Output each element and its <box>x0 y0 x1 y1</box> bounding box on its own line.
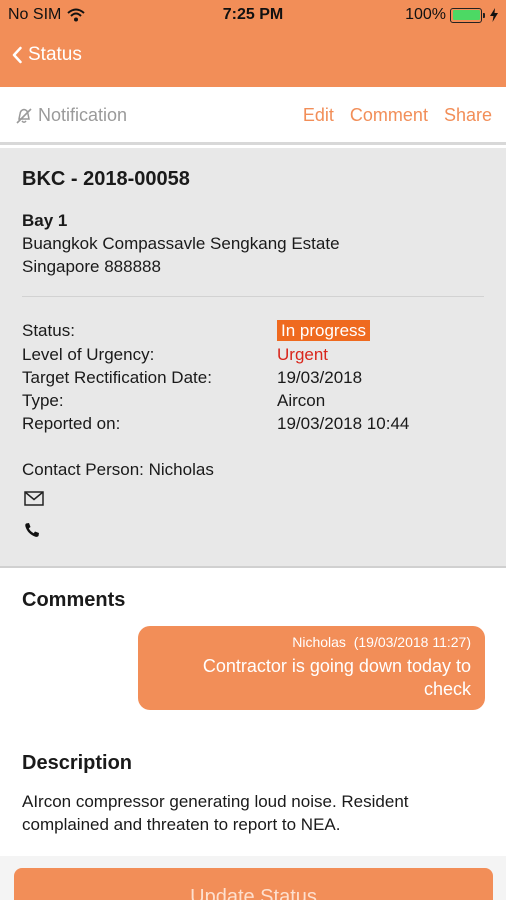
battery-group: 100% <box>405 6 498 24</box>
charging-icon <box>490 8 498 22</box>
report-reference: BKC - 2018-00058 <box>22 168 190 190</box>
comment-timestamp: (19/03/2018 11:27) <box>353 634 471 650</box>
type-value: Aircon <box>277 391 326 410</box>
target-date-value: 19/03/2018 <box>277 368 363 387</box>
battery-icon <box>450 7 485 23</box>
description-text: AIrcon compressor generating loud noise.… <box>22 792 409 834</box>
status-badge: In progress <box>277 320 371 341</box>
battery-fill <box>452 10 480 20</box>
share-button[interactable]: Share <box>444 105 492 126</box>
status-label: Status: <box>22 321 75 340</box>
location-name: Bay 1 <box>22 211 68 230</box>
phone-icon[interactable] <box>24 522 40 538</box>
back-label: Status <box>28 44 82 65</box>
nav-bar: Status <box>0 30 506 87</box>
comment-meta: Nicholas (19/03/2018 11:27) <box>152 633 471 651</box>
back-button[interactable]: Status <box>12 44 82 66</box>
urgency-label: Level of Urgency: <box>22 345 155 364</box>
contact-person: Contact Person: Nicholas <box>22 460 214 479</box>
comment-author: Nicholas <box>292 634 346 650</box>
target-date-label: Target Rectification Date: <box>22 368 212 387</box>
toolbar-actions: Edit Comment Share <box>303 105 492 126</box>
reported-on-label: Reported on: <box>22 414 121 433</box>
address-line-2: Singapore 888888 <box>22 257 161 276</box>
comment-text-line-1: Contractor is going down today to <box>202 656 471 676</box>
type-label: Type: <box>22 391 64 410</box>
comment-button[interactable]: Comment <box>350 105 428 126</box>
notification-label: Notification <box>38 105 128 125</box>
comment-bubble: Nicholas (19/03/2018 11:27) Contractor i… <box>138 626 485 710</box>
update-status-button[interactable]: Update Status <box>14 868 493 900</box>
battery-percent: 100% <box>405 6 446 23</box>
comment-text-line-2: check <box>423 679 471 699</box>
action-toolbar: Notification Edit Comment Share <box>0 87 506 145</box>
divider <box>22 296 484 297</box>
bell-off-icon <box>16 107 32 124</box>
notification-toggle[interactable]: Notification <box>14 105 127 126</box>
address-line-1: Buangkok Compassavle Sengkang Estate <box>22 234 340 253</box>
status-bar: No SIM 7:25 PM 100% <box>0 0 506 30</box>
mail-icon[interactable] <box>24 491 44 506</box>
report-detail-panel: BKC - 2018-00058 Bay 1 Buangkok Compassa… <box>0 148 506 568</box>
comment-text: Contractor is going down today to check <box>152 655 471 701</box>
reported-on-value: 19/03/2018 10:44 <box>277 414 410 433</box>
description-heading: Description <box>22 752 133 774</box>
edit-button[interactable]: Edit <box>303 105 334 126</box>
urgency-value: Urgent <box>277 345 329 364</box>
comments-heading: Comments <box>22 589 126 611</box>
status-value: In progress <box>277 320 371 341</box>
chevron-left-icon <box>12 46 22 64</box>
